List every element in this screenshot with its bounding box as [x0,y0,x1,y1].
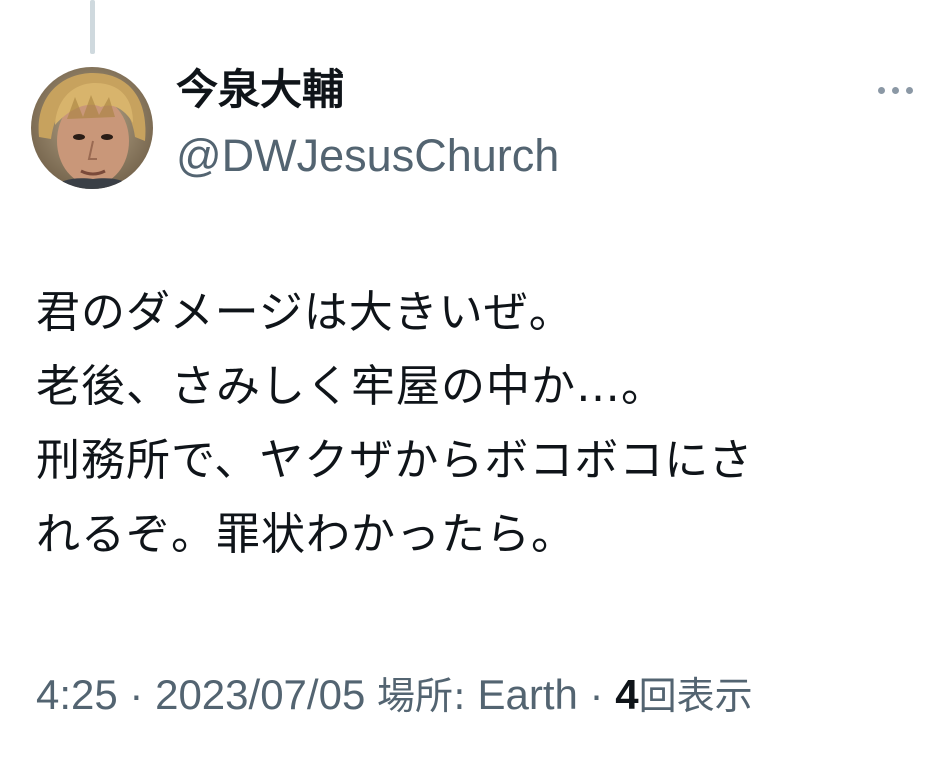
separator-dot: · [129,671,144,718]
tweet-card: 今泉大輔 @DWJesusChurch 君のダメージは大きいぜ。 老後、さみしく… [0,0,939,768]
tweet-date[interactable]: 2023/07/05 [155,671,365,718]
tweet-body-line: 老後、さみしく牢屋の中か…。 [36,361,666,412]
tweet-body-line: 君のダメージは大きいぜ。 [36,287,574,338]
tweet-body: 君のダメージは大きいぜ。 老後、さみしく牢屋の中か…。 刑務所で、ヤクザからボコ… [36,276,916,572]
location-label: 場所: [376,674,466,718]
views-count[interactable]: 4 [615,671,638,718]
thread-connector-line [90,0,95,54]
tweet-time[interactable]: 4:25 [36,671,118,718]
more-horizontal-icon[interactable] [876,84,916,98]
avatar-image [31,67,153,189]
display-name[interactable]: 今泉大輔 [176,62,344,118]
tweet-body-line: れるぞ。罪状わかったら。 [36,509,576,560]
views-label: 回表示 [638,674,753,718]
tweet-body-line: 刑務所で、ヤクザからボコボコにさ [36,435,754,486]
avatar[interactable] [31,67,153,189]
tweet-metadata: 4:25 · 2023/07/05 場所: Earth · 4回表示 [36,665,753,726]
user-handle[interactable]: @DWJesusChurch [176,128,559,184]
location-value: Earth [477,671,578,718]
separator-dot: · [589,671,604,718]
